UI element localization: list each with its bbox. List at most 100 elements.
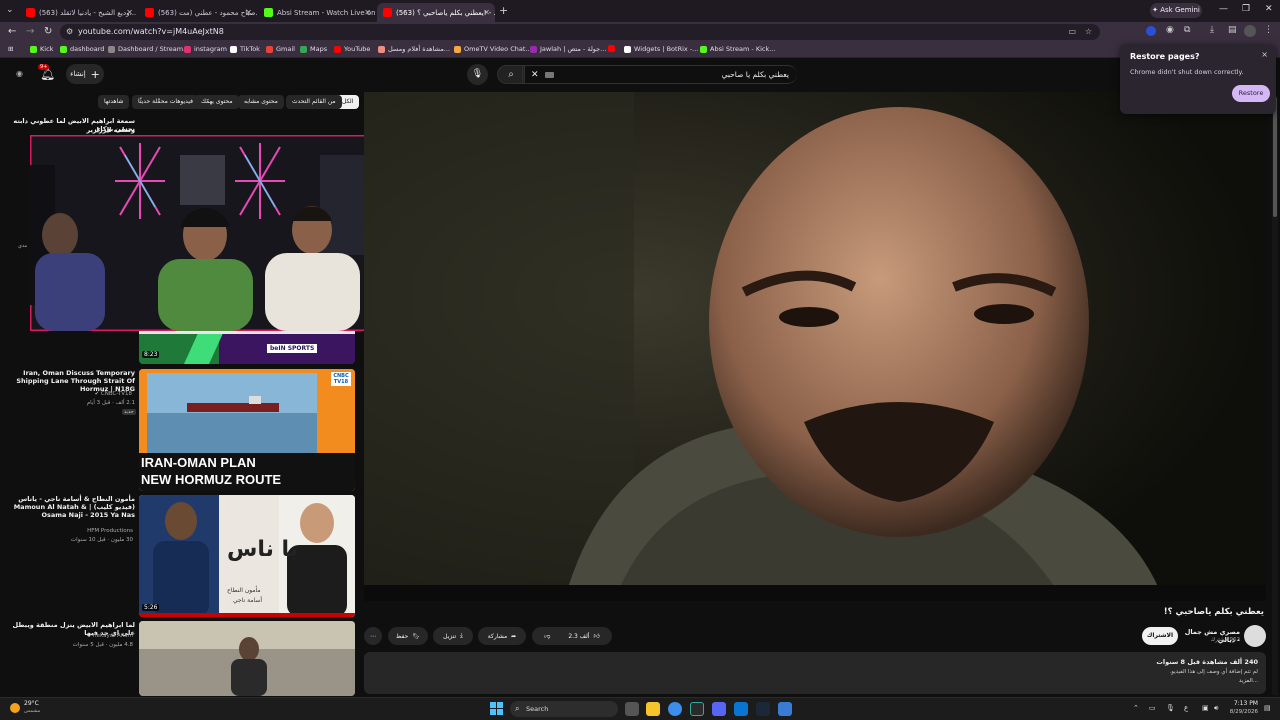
close-icon[interactable]: ✕: [483, 8, 490, 17]
bookmark-ometv[interactable]: OmeTV Video Chat...: [454, 45, 532, 53]
new-tab-button[interactable]: +: [499, 4, 508, 17]
chip-from-channel[interactable]: من القائم التحدث: [286, 95, 342, 109]
close-icon[interactable]: ✕: [126, 8, 133, 17]
bookmark-maps[interactable]: Maps: [300, 45, 327, 53]
taskbar-date[interactable]: 8/29/2026: [1224, 709, 1258, 715]
bookmark-kick[interactable]: Kick: [30, 45, 53, 53]
bookmarks-side-icon[interactable]: ▤: [1228, 25, 1237, 35]
tab-2[interactable]: Absi Stream - Watch Live on Ki... ✕: [258, 3, 376, 22]
like-count[interactable]: 2.3 ألف: [568, 633, 589, 640]
sidebar-thumbnail-1[interactable]: beIN SPORTS 8:23: [139, 331, 355, 364]
bookmark-instagram[interactable]: instagram: [184, 45, 227, 53]
sidebar-thumbnail-2[interactable]: CNBC TV18 IRAN-OMAN PLAN NEW HORMUZ ROUT…: [139, 369, 355, 491]
chip-related[interactable]: محتوى مشابه: [238, 95, 284, 109]
close-window-icon[interactable]: ✕: [1265, 4, 1273, 14]
chrome-icon[interactable]: [668, 702, 682, 716]
address-bar[interactable]: ⚙ youtube.com/watch?v=jM4uAeJxtN8 ▭ ☆: [60, 24, 1100, 40]
minimize-icon[interactable]: —: [1219, 4, 1228, 14]
tray-mic-icon[interactable]: 🎙︎: [1166, 704, 1175, 712]
taskbar-search-box[interactable]: ⌕ Search: [510, 701, 618, 717]
chip-for-you[interactable]: محتوى يهمّك: [195, 95, 239, 109]
download-icon[interactable]: ⤓: [1210, 25, 1214, 35]
sidebar-thumbnail-4[interactable]: [139, 621, 355, 696]
scrollbar-thumb[interactable]: [1273, 97, 1277, 217]
tray-volume-icon[interactable]: 🔊︎: [1214, 704, 1218, 713]
bookmark-tiktok[interactable]: TikTok: [230, 45, 260, 53]
bookmark-dashboard[interactable]: dashboard: [60, 45, 104, 53]
search-input[interactable]: يعطني بكلم يا صاحبي: [522, 65, 797, 84]
discord-icon[interactable]: [712, 702, 726, 716]
tray-overflow-icon[interactable]: ⌃: [1133, 704, 1139, 712]
tab-1[interactable]: (563) صباح محمود - عطني (مت... ✕: [139, 3, 257, 22]
bookmark-dashboard-stream[interactable]: Dashboard / Stream...: [108, 45, 189, 53]
sidebar-video-title-line2[interactable]: وسلمه الرزازير: [10, 126, 135, 134]
windows-start-icon[interactable]: [490, 702, 503, 715]
download-button[interactable]: تنزيل ⤓: [433, 627, 473, 645]
menu-icon[interactable]: ⋮: [1264, 25, 1273, 35]
bookmark-absi-stream[interactable]: Absi Stream - Kick...: [700, 45, 775, 53]
bookmark-star-icon[interactable]: ☆: [1085, 24, 1092, 40]
account-icon[interactable]: ◉: [16, 69, 23, 78]
close-icon[interactable]: ✕: [364, 8, 371, 17]
task-view-icon[interactable]: [625, 702, 639, 716]
app-icon[interactable]: [778, 702, 792, 716]
notification-center-icon[interactable]: ▤: [1264, 704, 1271, 712]
tab-3[interactable]: (563) يعطني بكلم ياصاحبي ؟! - ... ✕: [377, 3, 495, 22]
weather-temp[interactable]: 29°C: [24, 700, 39, 707]
bookmark-movies[interactable]: مشاهدة أفلام ومسل...: [378, 45, 450, 53]
site-info-icon[interactable]: ⚙: [66, 24, 73, 40]
save-button[interactable]: حفظ 🔖︎: [388, 627, 428, 645]
share-button[interactable]: مشاركة ➦: [478, 627, 526, 645]
apps-icon[interactable]: ⊞: [8, 45, 13, 53]
show-more-link[interactable]: ...المزيد: [1239, 678, 1258, 684]
tray-display-icon[interactable]: ▣: [1202, 704, 1209, 712]
sidebar-thumbnail-3[interactable]: يا ناس مأمون النطاح أسامة ناجي 5:26: [139, 495, 355, 617]
cast-icon[interactable]: ▭: [1068, 24, 1076, 40]
subscribe-button[interactable]: الاشتراك: [1142, 627, 1178, 645]
tab-0[interactable]: (563) وديع الشيخ - يادنيا لاتقلد... ✕: [20, 3, 138, 22]
file-explorer-icon[interactable]: [646, 702, 660, 716]
sidebar-channel-name[interactable]: HFM Productions: [55, 528, 133, 535]
terminal-icon[interactable]: [690, 702, 704, 716]
bookmark-youtube[interactable]: YouTube: [334, 45, 370, 53]
create-button[interactable]: إنشاء +: [66, 64, 104, 84]
sidebar-channel-name[interactable]: CNBC-TV18 ✔: [60, 391, 132, 398]
extension-icon[interactable]: [1146, 26, 1156, 36]
video-player[interactable]: [364, 92, 1266, 601]
dialog-close-icon[interactable]: ×: [1261, 50, 1268, 59]
bookmark-gmail[interactable]: Gmail: [266, 45, 295, 53]
bookmark-jawlah[interactable]: Jawlah | جولة - متص...: [530, 45, 606, 53]
tray-language[interactable]: ع: [1184, 704, 1188, 712]
bookmark-botrix[interactable]: Widgets | BotRix -...: [624, 45, 698, 53]
profile-avatar[interactable]: [1244, 25, 1256, 37]
dislike-icon[interactable]: 👎︎: [544, 632, 550, 640]
reload-icon[interactable]: ↻: [44, 26, 52, 37]
search-button[interactable]: ⌕: [497, 65, 525, 84]
weather-sun-icon[interactable]: [10, 703, 20, 713]
description-box[interactable]: 240 ألف مشاهدة قبل 8 سنوات لم تتم إضافة …: [364, 652, 1266, 694]
ask-gemini-button[interactable]: ✦ Ask Gemini: [1150, 3, 1202, 18]
more-actions-button[interactable]: ⋯: [364, 627, 382, 645]
photos-icon[interactable]: [734, 702, 748, 716]
sidebar-video-title[interactable]: Iran, Oman Discuss Temporary Shipping La…: [6, 369, 135, 393]
sidebar-video-title[interactable]: مأمون النطاح & أسامة ناجي - ياناس (فيديو…: [4, 495, 135, 519]
tab-search-icon[interactable]: ⌄: [6, 5, 14, 15]
extension-2-icon[interactable]: ◉: [1166, 25, 1174, 35]
taskbar-time[interactable]: 7:13 PM: [1228, 700, 1258, 707]
close-icon[interactable]: ✕: [245, 8, 252, 17]
like-icon[interactable]: 👍︎: [593, 632, 599, 640]
steam-icon[interactable]: [756, 702, 770, 716]
tray-network-icon[interactable]: ▭: [1149, 704, 1156, 712]
voice-search-button[interactable]: 🎙︎: [467, 64, 488, 85]
chip-watched[interactable]: شاهدتها: [98, 95, 130, 109]
restore-button[interactable]: Restore: [1232, 85, 1270, 102]
forward-icon[interactable]: →: [26, 26, 34, 37]
extensions-puzzle-icon[interactable]: ⧉: [1184, 25, 1190, 35]
chip-recently-uploaded[interactable]: فيديوهات محمَّلة حديثًا: [132, 95, 199, 109]
sidebar-channel-name[interactable]: Hekayat Aflam: [55, 633, 133, 640]
back-icon[interactable]: ←: [8, 26, 16, 37]
page-scrollbar[interactable]: [1272, 95, 1278, 695]
bookmark-youtube-2[interactable]: [608, 45, 618, 52]
maximize-icon[interactable]: ❐: [1242, 4, 1250, 14]
channel-avatar[interactable]: [1244, 625, 1266, 647]
